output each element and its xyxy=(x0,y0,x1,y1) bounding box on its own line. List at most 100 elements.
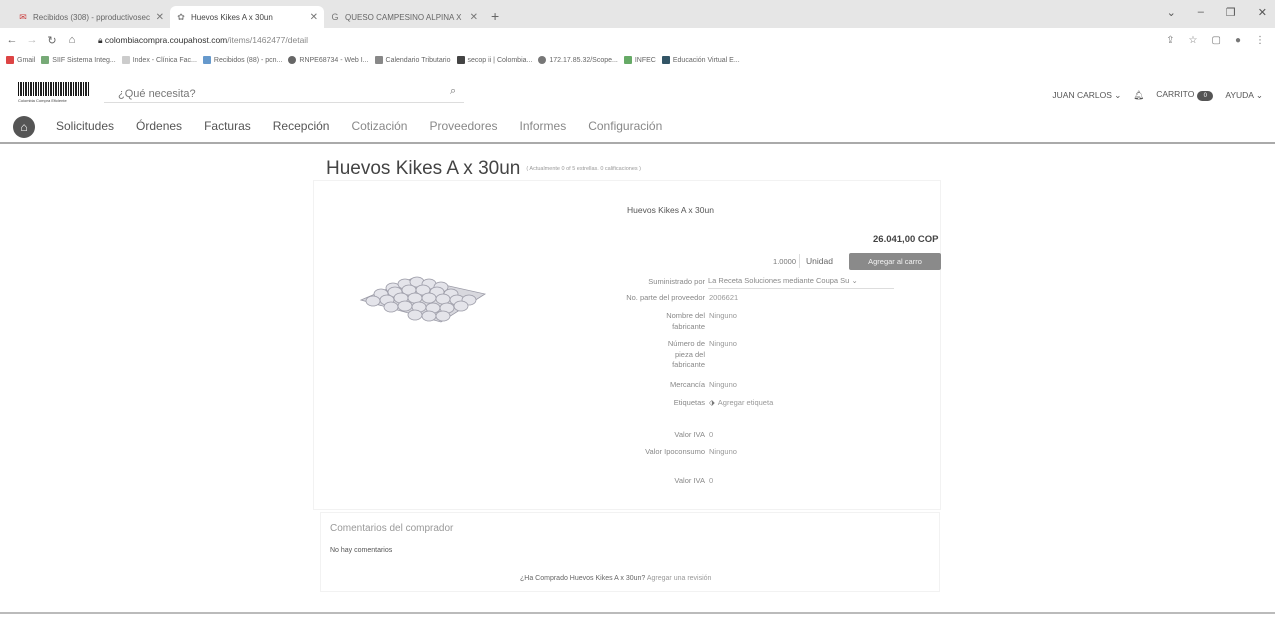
comments-title: Comentarios del comprador xyxy=(330,523,454,534)
supplier-select[interactable]: La Receta Soluciones mediante Coupa Su ⌄ xyxy=(708,276,894,289)
app-header: Colombia Compra Eficiente ⌕ JUAN CARLOS … xyxy=(0,70,1275,110)
address-bar: ← → ↻ ⌂ 🔒︎ colombiacompra.coupahost.com/… xyxy=(0,28,1275,52)
notifications-icon[interactable]: 🔔︎ xyxy=(1133,90,1144,101)
nav-item-facturas[interactable]: Facturas xyxy=(204,119,251,133)
star-icon[interactable]: ☆ xyxy=(1189,35,1198,46)
bookmark[interactable]: SIIF Sistema Integ... xyxy=(41,56,116,64)
product-image[interactable] xyxy=(353,270,493,330)
close-window-icon[interactable]: ✕ xyxy=(1258,6,1267,19)
bookmark[interactable]: Gmail xyxy=(6,56,35,64)
reload-icon[interactable]: ↻ xyxy=(44,34,60,47)
bookmark[interactable]: RNPE68734 - Web I... xyxy=(288,56,369,64)
unit-of-measure: Unidad xyxy=(806,256,833,266)
nav-item-cotizacion[interactable]: Cotización xyxy=(351,119,407,133)
forward-icon[interactable]: → xyxy=(24,34,40,46)
bookmark[interactable]: Calendario Tributario xyxy=(374,56,451,64)
logo[interactable]: Colombia Compra Eficiente xyxy=(18,82,90,106)
nav-item-ordenes[interactable]: Órdenes xyxy=(136,119,182,133)
bookmark-label: Educación Virtual E... xyxy=(672,56,740,64)
user-name: JUAN CARLOS xyxy=(1052,89,1112,100)
bookmark-label: 172.17.85.32/Scope... xyxy=(549,56,618,64)
help-label: AYUDA xyxy=(1225,89,1254,100)
browser-tab-product[interactable]: ✿ Huevos Kikes A x 30un ✕ xyxy=(170,6,324,28)
add-review-link[interactable]: Agregar una revisión xyxy=(647,575,712,582)
supplier-value: La Receta Soluciones mediante Coupa Su xyxy=(708,276,850,285)
product-card xyxy=(313,180,941,510)
page-title: Huevos Kikes A x 30un ( Actualmente 0 of … xyxy=(326,158,641,180)
bookmark-icon xyxy=(41,56,50,64)
home-browser-icon[interactable]: ⌂ xyxy=(64,34,80,46)
profile-icon[interactable]: ● xyxy=(1235,35,1241,46)
user-menu: JUAN CARLOS ⌄ 🔔︎ CARRITO 0 AYUDA ⌄ xyxy=(1052,89,1263,101)
url-path: /items/1462477/detail xyxy=(227,34,309,45)
new-tab-button[interactable]: + xyxy=(491,8,499,24)
bookmark-label: Gmail xyxy=(17,56,36,64)
nav-item-solicitudes[interactable]: Solicitudes xyxy=(56,119,114,133)
minimize-icon[interactable]: – xyxy=(1198,6,1204,19)
gmail-icon xyxy=(6,56,14,64)
browser-tab-gmail[interactable]: ✉ Recibidos (308) - pproductivosec ✕ xyxy=(12,6,170,28)
coupa-icon: ✿ xyxy=(177,12,185,22)
bookmark-icon xyxy=(661,56,670,64)
close-icon[interactable]: ✕ xyxy=(156,12,164,23)
sidepanel-icon[interactable]: ▢ xyxy=(1212,35,1221,46)
bookmark-label: Index - Clínica Fac... xyxy=(132,56,197,64)
home-icon[interactable]: ⌂ xyxy=(13,116,35,138)
nav-item-recepcion[interactable]: Recepción xyxy=(273,119,330,133)
barcode-logo-icon xyxy=(18,82,90,96)
bookmark[interactable]: INFEC xyxy=(623,56,656,64)
url-field[interactable]: 🔒︎ colombiacompra.coupahost.com/items/14… xyxy=(98,35,308,46)
bookmark[interactable]: Recibidos (88) - pcn... xyxy=(202,56,282,64)
review-prompt: ¿Ha Comprado Huevos Kikes A x 30un? Agre… xyxy=(520,575,711,582)
bookmark-label: SIIF Sistema Integ... xyxy=(52,56,116,64)
close-icon[interactable]: ✕ xyxy=(470,12,478,23)
tab-label: QUESO CAMPESINO ALPINA X xyxy=(345,12,462,22)
tab-label: Recibidos (308) - pproductivosec xyxy=(33,12,150,22)
tab-search-icon[interactable]: ⌄ xyxy=(1167,6,1176,19)
bookmark-icon xyxy=(456,56,465,64)
share-icon[interactable]: ⇪ xyxy=(1166,35,1174,46)
bookmark[interactable]: Index - Clínica Fac... xyxy=(121,56,197,64)
chevron-down-icon: ⌄ xyxy=(1255,89,1263,100)
search-icon[interactable]: ⌕ xyxy=(450,85,456,98)
rating-note: ( Actualmente 0 of 5 estrellas. 0 califi… xyxy=(526,165,641,172)
bookmark[interactable]: secop ii | Colombia... xyxy=(456,56,533,64)
product-title-text: Huevos Kikes A x 30un xyxy=(326,158,521,179)
bookmark-icon xyxy=(623,56,632,64)
help-dropdown[interactable]: AYUDA ⌄ xyxy=(1225,90,1263,101)
nav-item-informes[interactable]: Informes xyxy=(520,119,567,133)
globe-icon xyxy=(288,56,297,64)
menu-icon[interactable]: ⋮ xyxy=(1255,35,1265,46)
main-nav: ⌂ Solicitudes Órdenes Facturas Recepción… xyxy=(0,112,1275,144)
bookmark-label: secop ii | Colombia... xyxy=(467,56,533,64)
chevron-down-icon: ⌄ xyxy=(1114,89,1122,100)
quantity-input[interactable] xyxy=(772,254,800,268)
tag-icon: ⬗ xyxy=(709,398,715,407)
url-host: colombiacompra.coupahost.com xyxy=(104,34,228,45)
user-dropdown[interactable]: JUAN CARLOS ⌄ xyxy=(1052,90,1121,101)
close-icon[interactable]: ✕ xyxy=(310,12,318,23)
bookmark[interactable]: 172.17.85.32/Scope... xyxy=(538,56,618,64)
maximize-icon[interactable]: ❐ xyxy=(1226,6,1236,19)
add-tag-label: Agregar etiqueta xyxy=(717,398,774,407)
browser-tab-google[interactable]: G QUESO CAMPESINO ALPINA X ✕ xyxy=(324,6,484,28)
bookmark-label: RNPE68734 - Web I... xyxy=(299,56,369,64)
back-icon[interactable]: ← xyxy=(4,34,20,46)
tab-label: Huevos Kikes A x 30un xyxy=(191,12,273,22)
address-bar-actions: ⇪ ☆ ▢ ● ⋮ xyxy=(1166,35,1265,46)
cart-label: CARRITO xyxy=(1156,89,1195,99)
nav-item-configuracion[interactable]: Configuración xyxy=(588,119,662,133)
cart-button[interactable]: CARRITO 0 xyxy=(1156,89,1214,101)
google-icon: G xyxy=(331,12,339,22)
window-controls: ⌄ – ❐ ✕ xyxy=(1167,6,1267,19)
bookmark-icon xyxy=(121,56,130,64)
product-name: Huevos Kikes A x 30un xyxy=(627,205,714,215)
product-price: 26.041,00 COP xyxy=(873,234,939,245)
nav-item-proveedores[interactable]: Proveedores xyxy=(429,119,497,133)
add-to-cart-button[interactable]: Agregar al carro xyxy=(849,253,941,270)
bookmarks-bar: Gmail SIIF Sistema Integ... Index - Clín… xyxy=(0,52,1275,68)
search-input[interactable] xyxy=(104,85,464,103)
logo-caption: Colombia Compra Eficiente xyxy=(18,98,67,103)
review-question: ¿Ha Comprado Huevos Kikes A x 30un? xyxy=(520,575,646,582)
bookmark[interactable]: Educación Virtual E... xyxy=(661,56,740,64)
